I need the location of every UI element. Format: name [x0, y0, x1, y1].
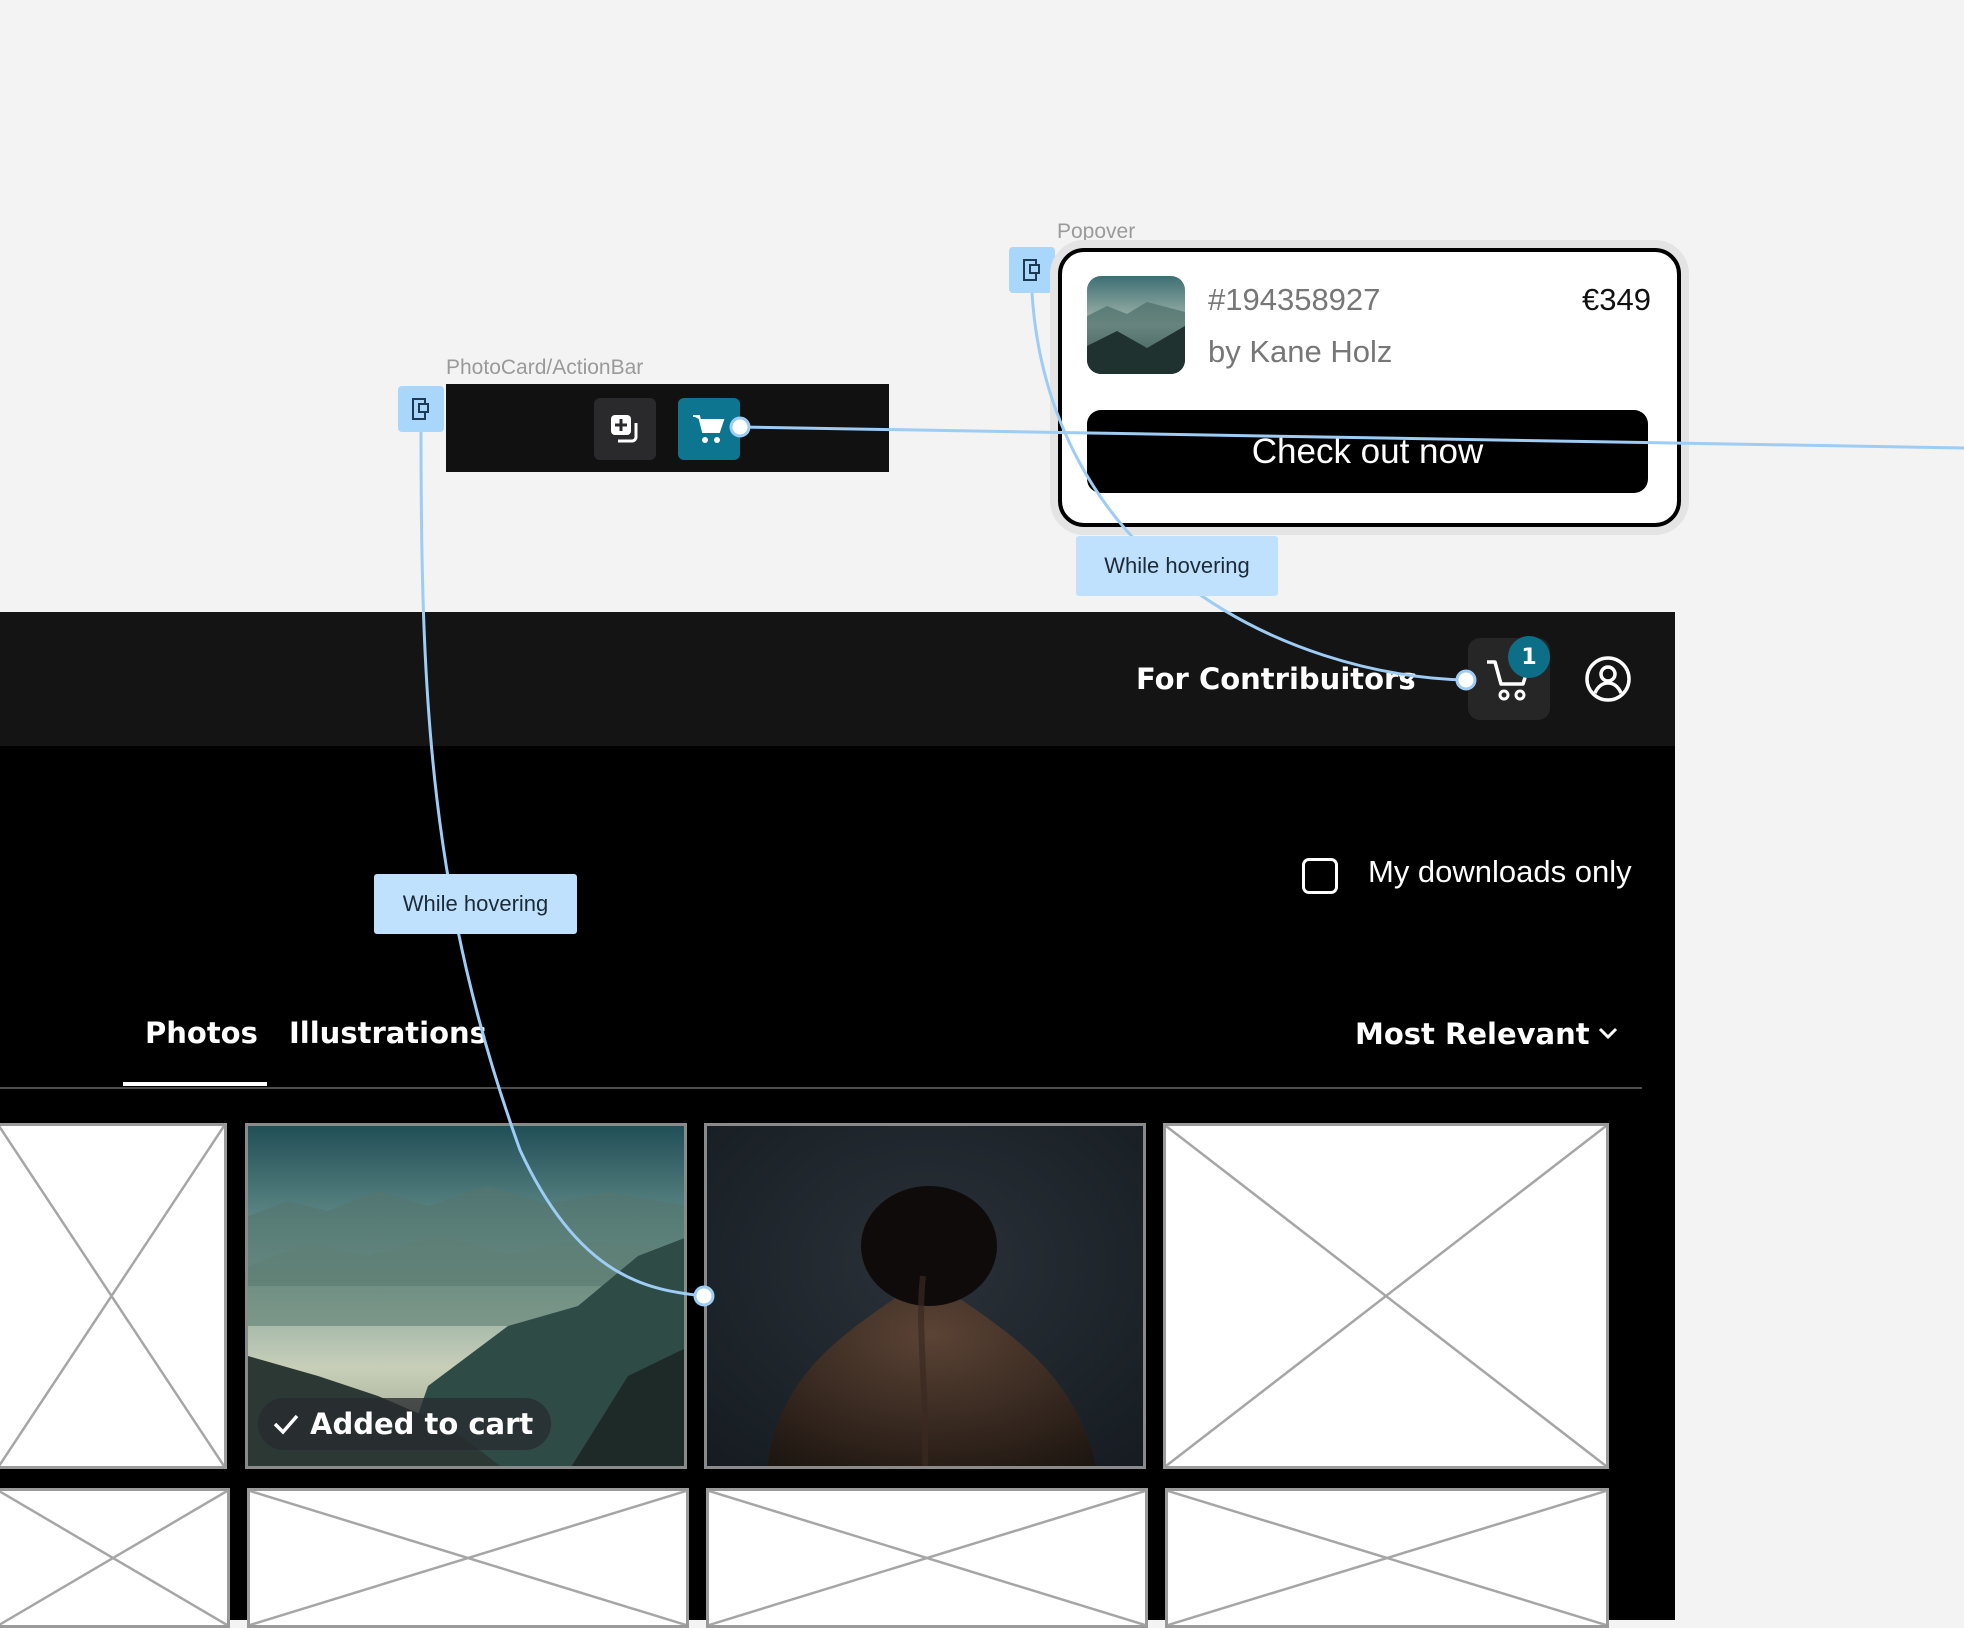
added-to-cart-label: Added to cart: [310, 1407, 534, 1441]
image-placeholder-tile[interactable]: [0, 1123, 227, 1469]
image-placeholder-tile[interactable]: [247, 1488, 689, 1628]
contributors-menu[interactable]: For Contribuitors: [1136, 662, 1416, 696]
chevron-down-icon[interactable]: [1596, 1024, 1620, 1042]
frame-handle-icon[interactable]: [1009, 247, 1055, 293]
checkout-button[interactable]: Check out now: [1087, 410, 1648, 493]
downloads-only-label[interactable]: My downloads only: [1368, 854, 1632, 890]
popover-frame-label: Popover: [1057, 220, 1136, 243]
actionbar-frame-label: PhotoCard/ActionBar: [446, 356, 644, 379]
popover-price: €349: [1582, 282, 1651, 317]
image-placeholder-tile[interactable]: [1165, 1488, 1609, 1628]
user-account-icon[interactable]: [1583, 654, 1633, 704]
tab-photos[interactable]: Photos: [145, 1016, 258, 1050]
active-tab-indicator: [123, 1082, 267, 1086]
popover-thumbnail: [1087, 276, 1185, 374]
sort-dropdown[interactable]: Most Relevant: [1355, 1017, 1590, 1051]
tab-illustrations[interactable]: Illustrations: [289, 1016, 487, 1050]
added-to-cart-badge: Added to cart: [258, 1398, 552, 1450]
chevron-down-icon[interactable]: [1396, 670, 1418, 686]
interaction-trigger-label[interactable]: While hovering: [1076, 536, 1278, 596]
add-to-lightbox-button[interactable]: [594, 398, 656, 460]
popover-image-id: #194358927: [1208, 282, 1381, 317]
frame-handle-icon[interactable]: [398, 386, 444, 432]
tabs-divider: [0, 1087, 1642, 1089]
site-header: For Contribuitors 1: [0, 612, 1675, 746]
photo-tile-mountains[interactable]: Added to cart: [245, 1123, 687, 1469]
main-content: My downloads only Photos Illustrations M…: [0, 746, 1675, 1628]
portrait-photo: [707, 1126, 1143, 1466]
cart-popover: #194358927 by Kane Holz €349 Check out n…: [1058, 248, 1681, 527]
image-placeholder-tile[interactable]: [0, 1488, 230, 1628]
prototype-frame-icon: [412, 398, 429, 420]
check-icon: [273, 1414, 299, 1435]
photocard-actionbar: [446, 384, 889, 472]
interaction-trigger-label[interactable]: While hovering: [374, 874, 577, 934]
downloads-only-checkbox[interactable]: [1302, 858, 1338, 894]
image-placeholder-tile[interactable]: [706, 1488, 1148, 1628]
add-to-collection-icon: [611, 415, 638, 443]
cart-icon: [693, 415, 725, 443]
cart-count-badge: 1: [1508, 636, 1550, 678]
popover-author: by Kane Holz: [1208, 334, 1393, 369]
prototype-frame-icon: [1023, 259, 1040, 281]
photo-tile-back[interactable]: [704, 1123, 1146, 1469]
image-placeholder-tile[interactable]: [1163, 1123, 1609, 1469]
add-to-cart-button[interactable]: [678, 398, 740, 460]
